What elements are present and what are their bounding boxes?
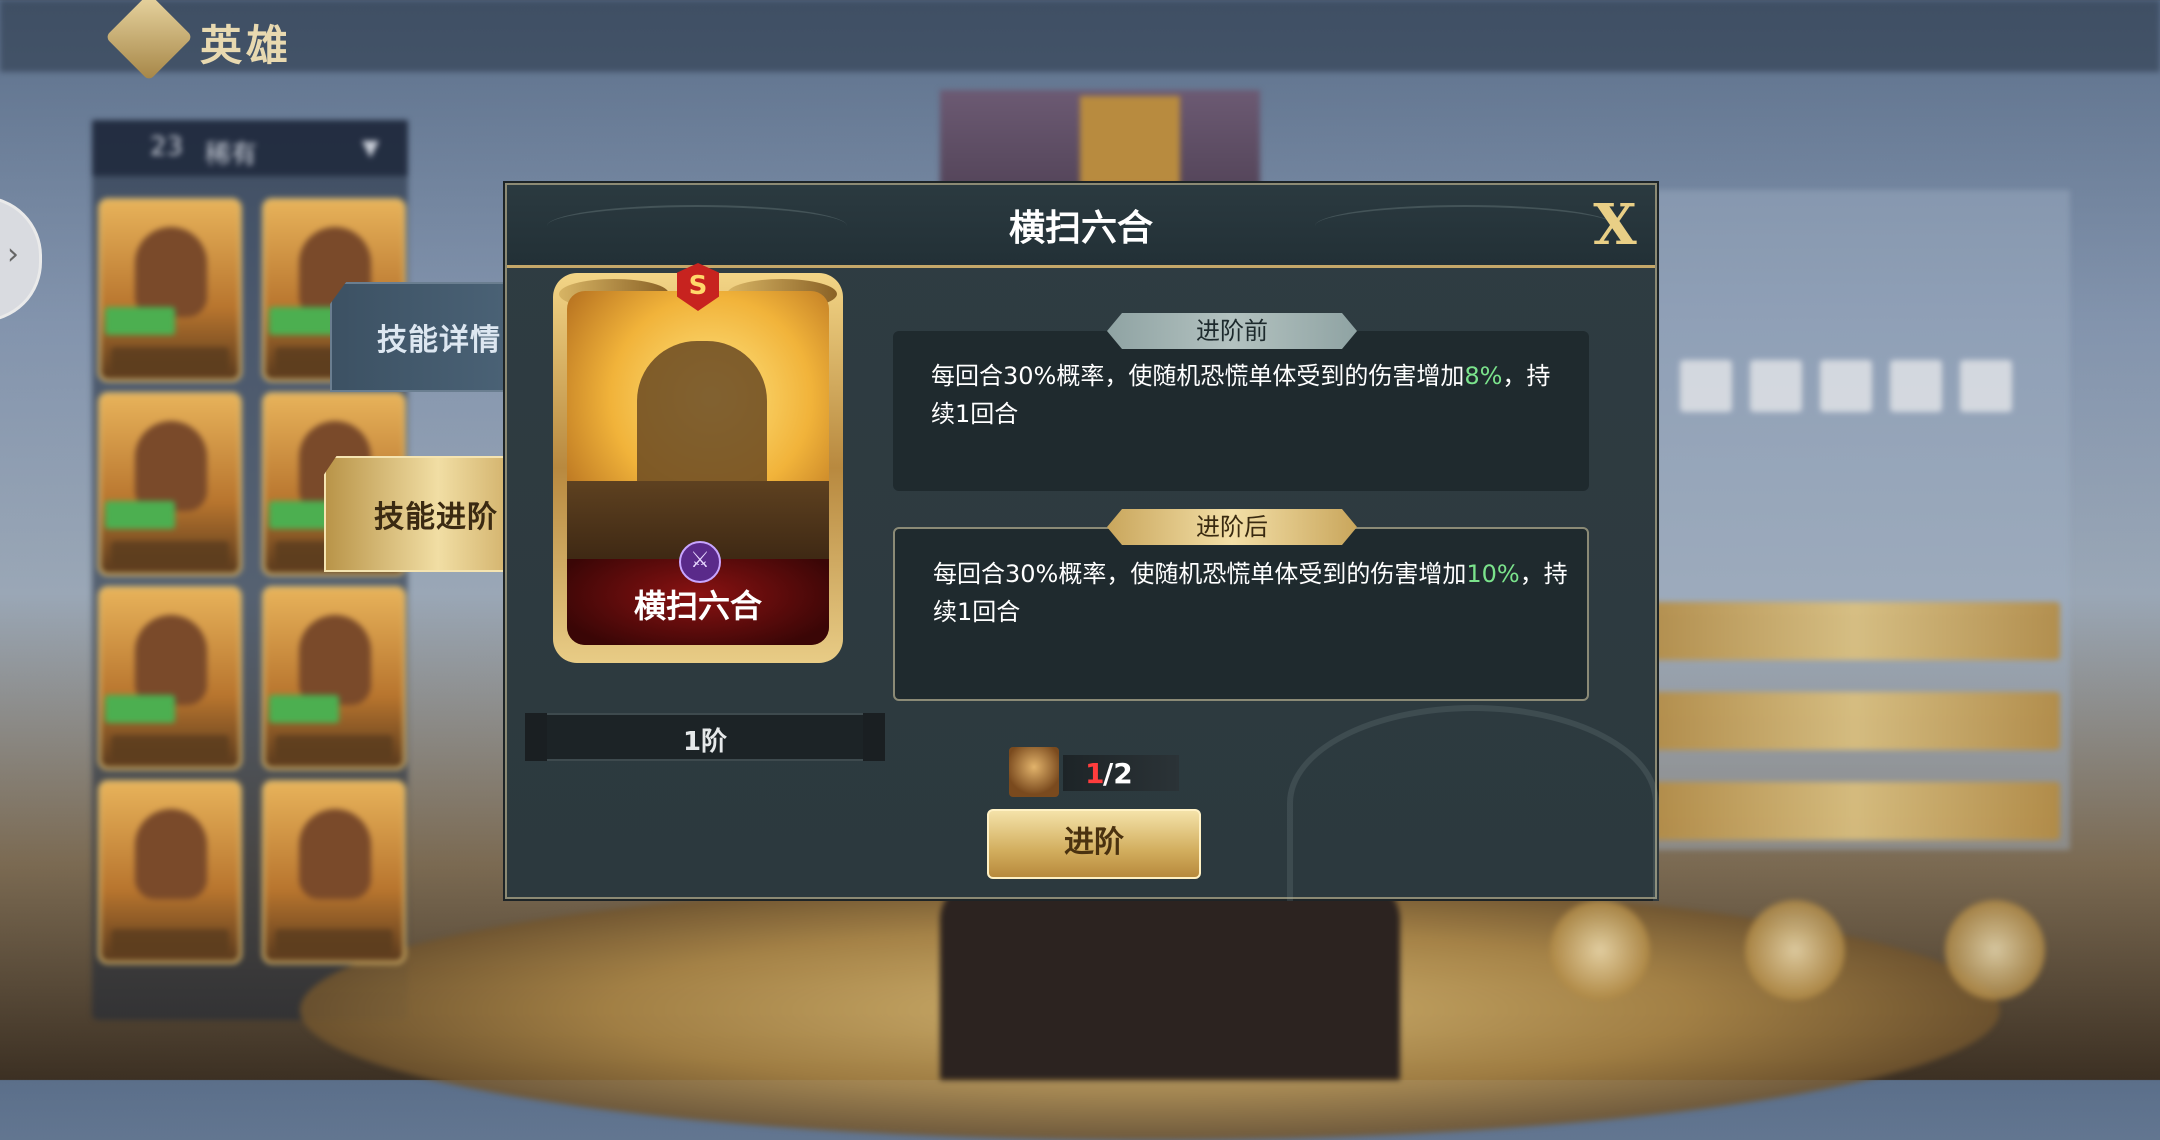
skill-row — [1650, 692, 2060, 750]
before-value: 8% — [1464, 362, 1503, 390]
background-swirl-ornament — [1287, 705, 1659, 901]
hero-stats-panel — [1650, 190, 2070, 850]
tab-skill-advance[interactable]: 技能进阶 — [324, 456, 532, 572]
before-advance-box: 每回合30%概率，使随机恐慌单体受到的伤害增加8%，持续1回合 — [893, 331, 1589, 491]
skill-artwork: ⚔ 横扫六合 — [567, 291, 829, 645]
skill-card: ⚔ 横扫六合 S — [553, 263, 843, 663]
tab-label: 技能进阶 — [374, 500, 498, 535]
chevron-down-icon: ▼ — [362, 136, 379, 161]
skill-level: 1阶 — [682, 727, 728, 757]
medal-icon — [1550, 900, 1650, 1000]
filter-label: 稀有 — [205, 140, 258, 170]
background-tower-top — [1080, 96, 1180, 186]
hero-card — [262, 586, 406, 770]
after-advance-box: 每回合30%概率，使随机恐慌单体受到的伤害增加10%，持续1回合 — [893, 527, 1589, 701]
tab-skill-details[interactable]: 技能详情 — [330, 282, 532, 392]
level-bar-cap — [863, 713, 885, 761]
stat-icon — [1890, 360, 1942, 412]
page-title: 英雄 — [200, 21, 293, 70]
medal-icon — [1745, 900, 1845, 1000]
skill-card-name: 横扫六合 — [633, 587, 762, 625]
stat-icon — [1960, 360, 2012, 412]
before-description: 每回合30%概率，使随机恐慌单体受到的伤害增加8%，持续1回合 — [931, 362, 1551, 428]
medal-icon — [1945, 900, 2045, 1000]
hero-card — [98, 780, 242, 964]
chevron-right-icon: › — [7, 237, 19, 272]
hero-card — [98, 586, 242, 770]
hero-count: 23 — [150, 132, 184, 162]
skill-row — [1650, 782, 2060, 840]
after-value: 10% — [1466, 560, 1520, 588]
warrior-figure — [637, 341, 767, 491]
hero-card — [98, 198, 242, 382]
before-label: 进阶前 — [1107, 313, 1357, 349]
level-bar-cap — [525, 713, 547, 761]
hero-card — [262, 780, 406, 964]
stat-icon — [1680, 360, 1732, 412]
after-description: 每回合30%概率，使随机恐慌单体受到的伤害增加10%，持续1回合 — [933, 560, 1568, 626]
hero-avatar-icon — [1009, 747, 1059, 797]
hero-card — [98, 392, 242, 576]
tab-label: 技能详情 — [377, 323, 501, 358]
background-statue — [940, 880, 1400, 1080]
dialog-header: 横扫六合 X — [507, 185, 1655, 268]
advance-cost: 1 /2 — [1009, 747, 1179, 797]
advance-button[interactable]: 进阶 — [987, 809, 1201, 879]
stat-icon — [1750, 360, 1802, 412]
after-label: 进阶后 — [1107, 509, 1357, 545]
dialog-title: 横扫六合 — [1008, 208, 1153, 249]
top-bar — [0, 0, 2160, 72]
close-button[interactable]: X — [1585, 193, 1645, 257]
skill-row — [1650, 602, 2060, 660]
skill-advance-dialog: 横扫六合 X ⚔ 横扫六合 S 1阶 每回合30%概率，使随机恐慌单体受到的伤害… — [505, 183, 1659, 901]
cost-required: /2 — [1103, 757, 1133, 790]
skill-type-icon: ⚔ — [679, 541, 721, 583]
cost-owned: 1 — [1085, 757, 1105, 790]
stat-icon — [1820, 360, 1872, 412]
skill-level-bar: 1阶 — [525, 713, 885, 761]
